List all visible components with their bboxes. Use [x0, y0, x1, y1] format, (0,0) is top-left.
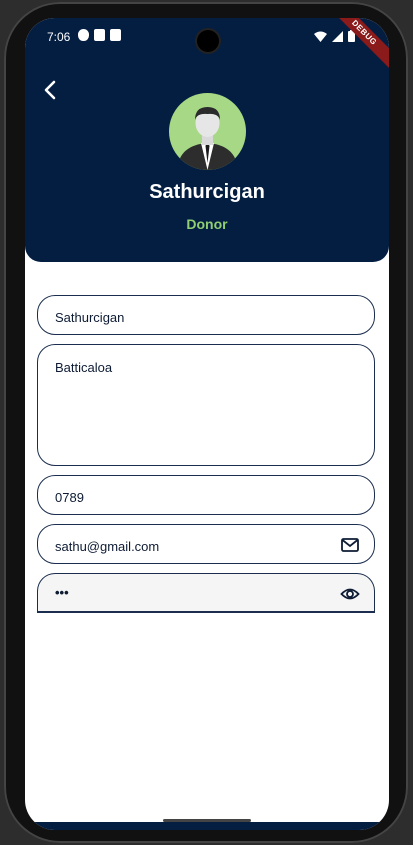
bottom-nav-strip [25, 822, 389, 830]
profile-name: Sathurcigan [149, 181, 265, 203]
shield-icon [78, 29, 89, 41]
name-field[interactable]: Sathurcigan [37, 295, 375, 335]
password-field[interactable]: ••• [37, 573, 375, 613]
system-icons [314, 30, 355, 42]
a-icon [110, 29, 121, 41]
profile-header: 7:06 DEBUG Sathurcigan Donor [25, 18, 389, 262]
address-field[interactable]: Batticaloa [37, 344, 375, 466]
phone-field[interactable]: 0789 [37, 475, 375, 515]
sd-card-icon [94, 29, 105, 41]
signal-icon [332, 30, 343, 42]
app-screen: 7:06 DEBUG Sathurcigan Donor Sathurcigan… [25, 18, 389, 830]
email-field-value: sathu@gmail.com [55, 539, 160, 554]
phone-frame: 7:06 DEBUG Sathurcigan Donor Sathurcigan… [4, 2, 408, 843]
name-field-value: Sathurcigan [55, 310, 125, 325]
eye-icon[interactable] [340, 584, 360, 604]
email-field[interactable]: sathu@gmail.com [37, 524, 375, 564]
avatar[interactable] [169, 93, 246, 170]
status-time: 7:06 [47, 30, 71, 44]
mail-icon [341, 538, 359, 552]
person-avatar-icon [177, 107, 238, 170]
password-field-value: ••• [55, 585, 69, 600]
address-field-value: Batticaloa [55, 360, 113, 375]
phone-field-value: 0789 [55, 490, 84, 505]
status-bar: 7:06 DEBUG [25, 18, 389, 70]
front-camera [197, 30, 219, 52]
wifi-icon [314, 31, 327, 42]
back-arrow-icon[interactable] [39, 78, 63, 102]
notification-icons [77, 29, 121, 41]
debug-banner: DEBUG [327, 18, 389, 70]
profile-role: Donor [186, 216, 228, 232]
